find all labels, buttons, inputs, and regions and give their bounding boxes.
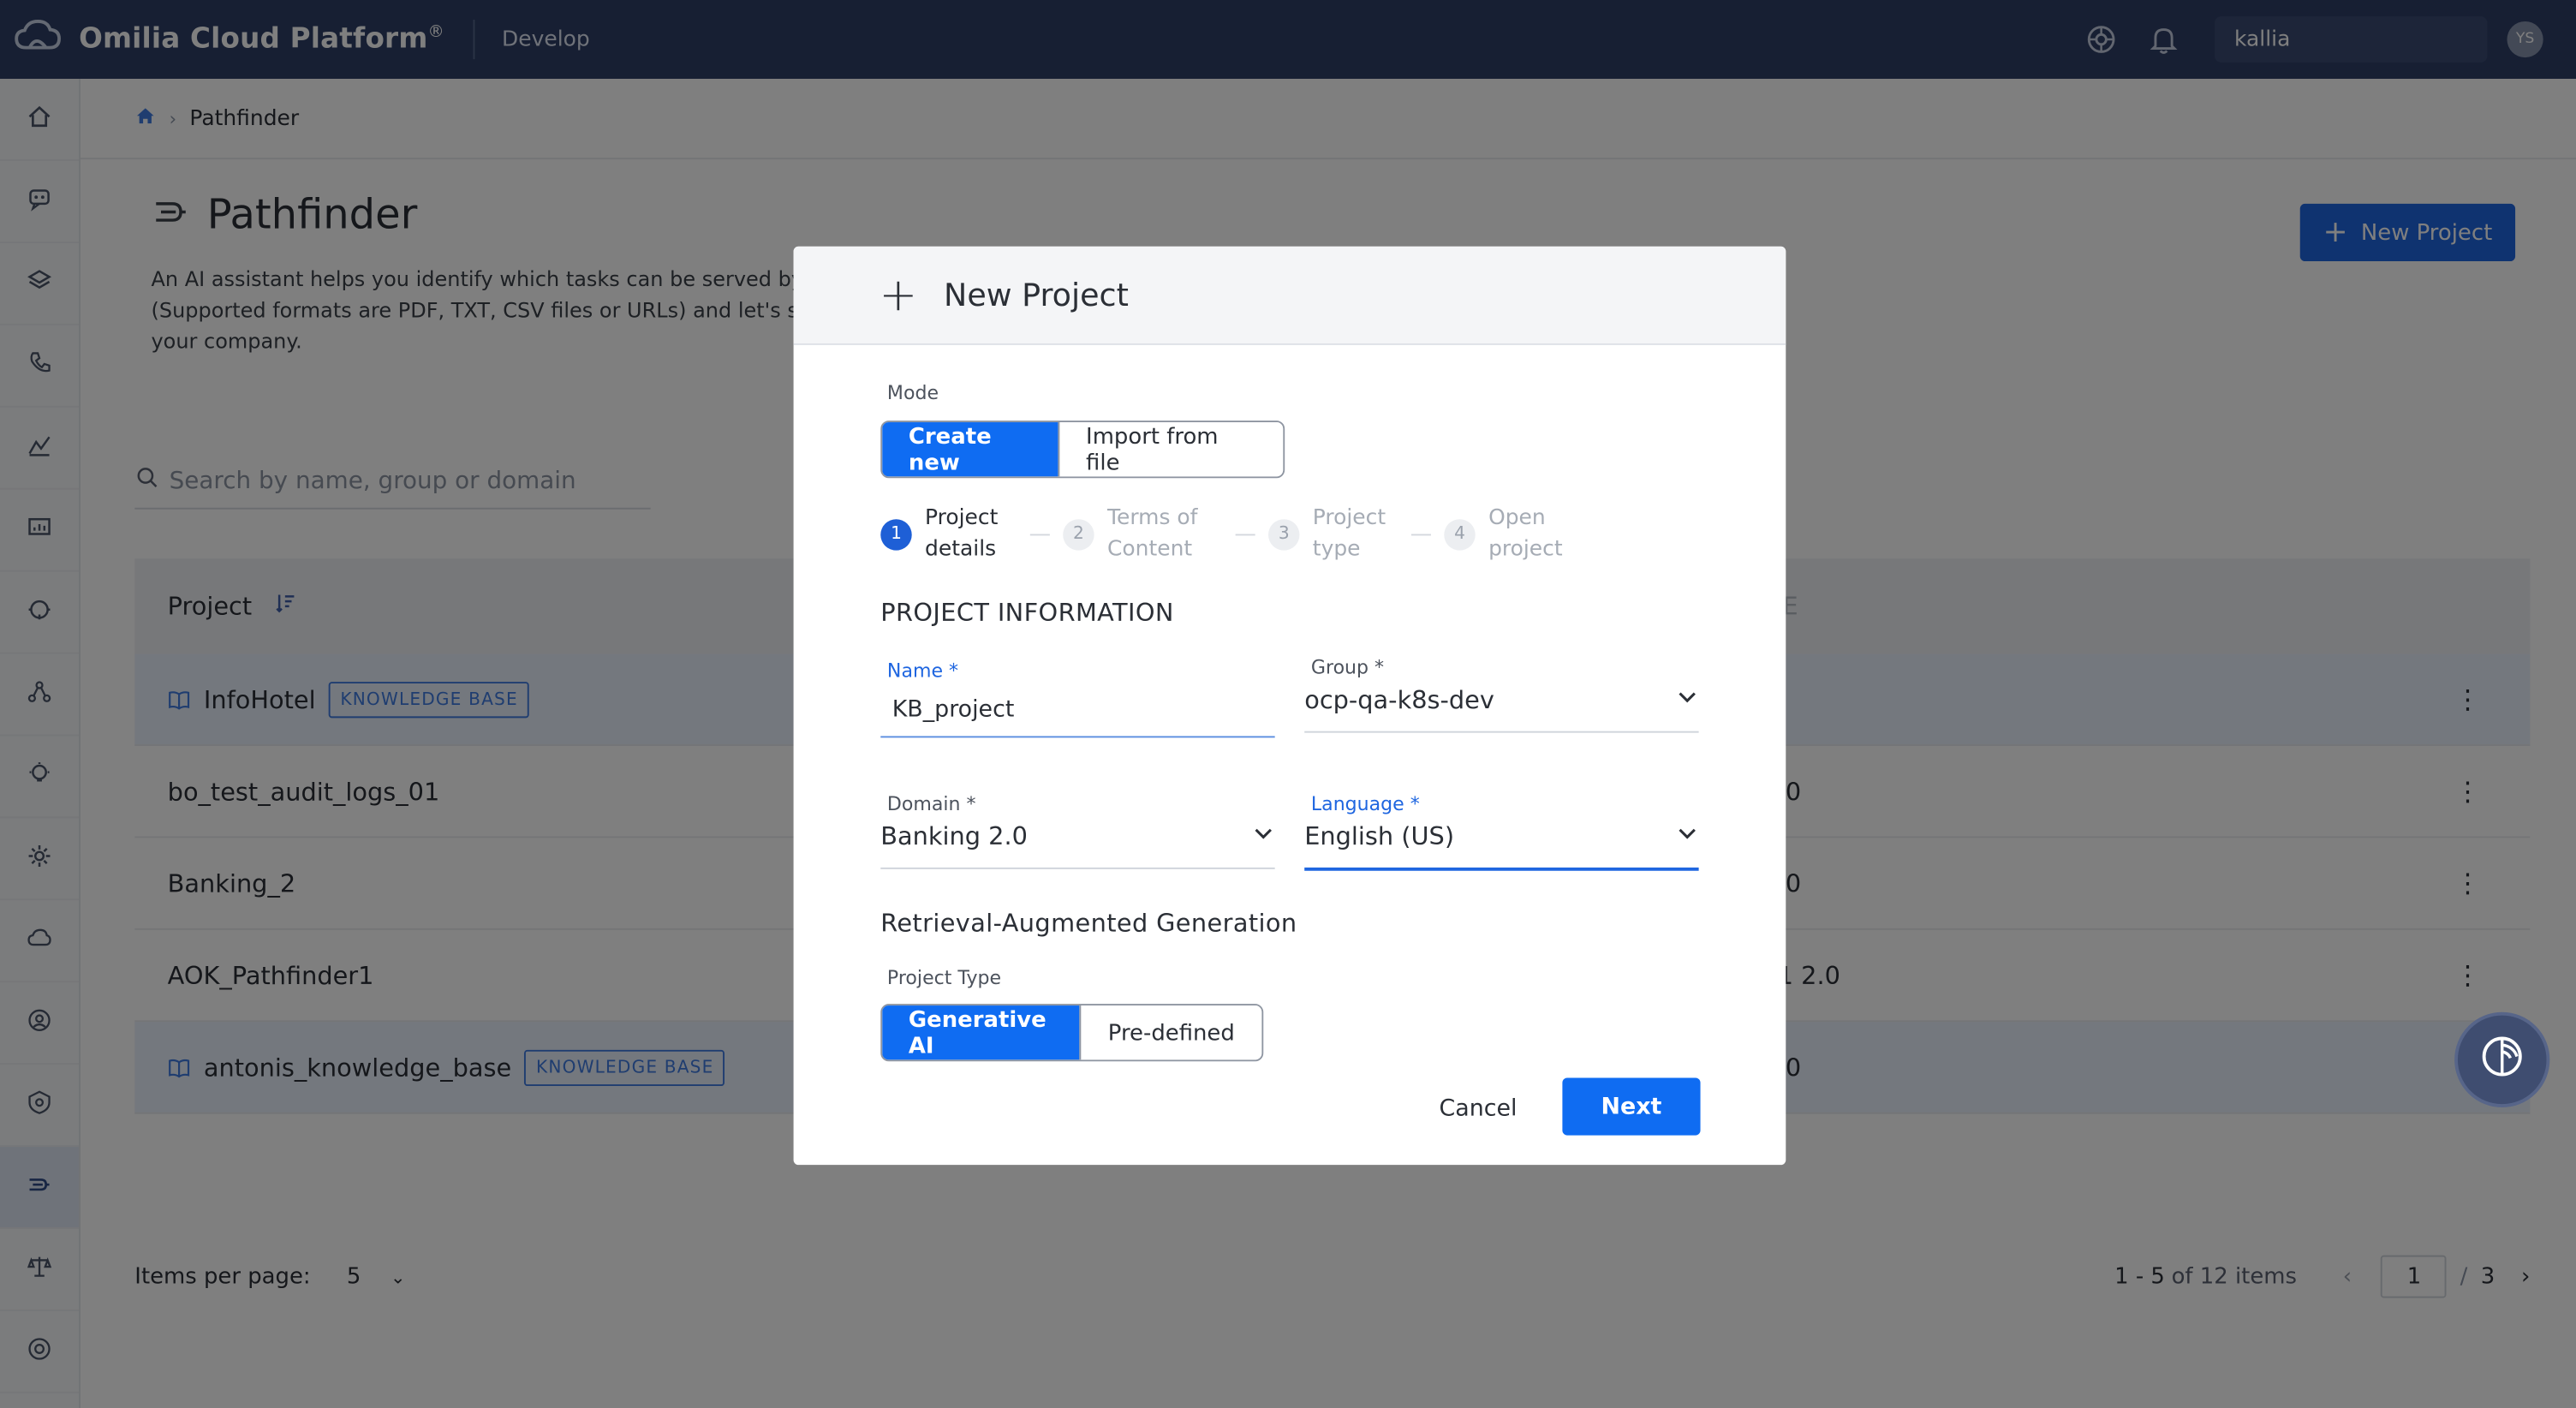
project-type-label: Project Type bbox=[886, 966, 1002, 989]
step-label: Project type bbox=[1312, 505, 1386, 563]
group-select[interactable]: ocp-qa-k8s-dev bbox=[1304, 685, 1494, 715]
language-label: Language * bbox=[1310, 791, 1420, 815]
language-underline bbox=[1304, 867, 1699, 870]
mode-label: Mode bbox=[886, 381, 939, 404]
stepper: 1 Project details 2 Terms of Content 3 P… bbox=[880, 503, 1574, 565]
modal-header: + New Project bbox=[793, 246, 1786, 345]
divider bbox=[1235, 533, 1255, 535]
divider bbox=[1029, 533, 1050, 535]
step-terms-of-content[interactable]: 2 Terms of Content bbox=[1063, 503, 1222, 565]
section-rag: Retrieval-Augmented Generation bbox=[880, 908, 1297, 939]
step-number: 3 bbox=[1268, 518, 1300, 550]
assistant-button[interactable] bbox=[2454, 1011, 2550, 1108]
group-label: Group * bbox=[1310, 655, 1385, 679]
domain-field[interactable]: Domain * Banking 2.0 bbox=[880, 791, 1275, 869]
domain-label: Domain * bbox=[886, 791, 976, 815]
divider bbox=[1410, 533, 1431, 535]
modal-title: New Project bbox=[944, 277, 1129, 313]
language-field[interactable]: Language * English (US) bbox=[1304, 791, 1699, 870]
domain-select[interactable]: Banking 2.0 bbox=[880, 821, 1028, 851]
assistant-icon bbox=[2478, 1032, 2527, 1088]
section-project-information: PROJECT INFORMATION bbox=[880, 598, 1174, 628]
step-project-type[interactable]: 3 Project type bbox=[1268, 503, 1398, 565]
chevron-down-icon[interactable] bbox=[1676, 685, 1699, 715]
project-type-pre-defined[interactable]: Pre-defined bbox=[1079, 1005, 1262, 1060]
domain-underline bbox=[880, 867, 1275, 869]
name-label: Name * bbox=[886, 659, 959, 683]
mode-import-from-file[interactable]: Import from file bbox=[1058, 422, 1284, 477]
name-underline bbox=[880, 736, 1275, 738]
plus-icon: + bbox=[879, 267, 918, 323]
project-type-generative-ai[interactable]: Generative AI bbox=[882, 1005, 1080, 1060]
cancel-button[interactable]: Cancel bbox=[1440, 1096, 1518, 1123]
name-field[interactable]: Name * KB_project bbox=[880, 659, 1275, 738]
step-project-details[interactable]: 1 Project details bbox=[880, 503, 1017, 565]
new-project-modal: + New Project Mode Create new Import fro… bbox=[793, 246, 1786, 1166]
step-label: Open project bbox=[1488, 505, 1563, 563]
language-select[interactable]: English (US) bbox=[1304, 821, 1454, 851]
project-type-toggle: Generative AI Pre-defined bbox=[880, 1004, 1264, 1062]
mode-toggle: Create new Import from file bbox=[880, 421, 1285, 479]
chevron-down-icon[interactable] bbox=[1676, 821, 1699, 851]
step-number: 1 bbox=[880, 518, 912, 550]
next-button[interactable]: Next bbox=[1562, 1077, 1701, 1136]
step-number: 2 bbox=[1063, 518, 1094, 550]
group-field[interactable]: Group * ocp-qa-k8s-dev bbox=[1304, 655, 1699, 733]
name-input[interactable]: KB_project bbox=[892, 696, 1015, 723]
chevron-down-icon[interactable] bbox=[1252, 821, 1275, 851]
step-label: Project details bbox=[925, 505, 999, 563]
group-underline bbox=[1304, 731, 1699, 733]
mode-create-new[interactable]: Create new bbox=[882, 422, 1058, 477]
step-label: Terms of Content bbox=[1107, 505, 1198, 563]
step-open-project[interactable]: 4 Open project bbox=[1444, 503, 1574, 565]
step-number: 4 bbox=[1444, 518, 1476, 550]
